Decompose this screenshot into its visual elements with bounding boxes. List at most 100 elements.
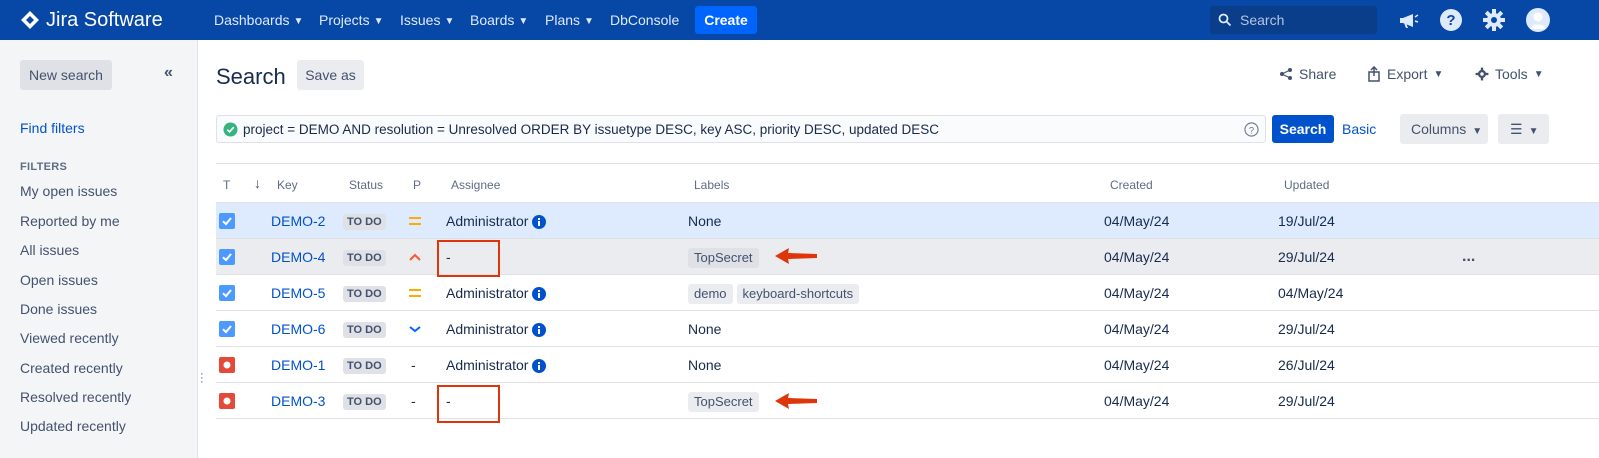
global-search [1210, 6, 1377, 34]
column-key[interactable]: Key [277, 178, 298, 192]
column-type[interactable]: T [223, 178, 230, 192]
chevron-down-icon: ▼ [518, 16, 529, 27]
column-labels[interactable]: Labels [694, 178, 729, 192]
bug-type-icon [219, 393, 235, 409]
create-button[interactable]: Create [695, 6, 757, 34]
priority-low-icon [408, 311, 424, 347]
column-status[interactable]: Status [349, 178, 383, 192]
created-date: 04/May/24 [1104, 249, 1170, 265]
issue-key-link[interactable]: DEMO-2 [271, 203, 325, 239]
top-navigation-bar: Jira Software Dashboards ▼ Projects ▼ Issu… [0, 0, 1599, 40]
issue-key-link[interactable]: DEMO-6 [271, 311, 325, 347]
nav-boards-label: Boards [470, 12, 515, 28]
assignee-name[interactable]: Administrator [446, 357, 528, 373]
filter-reported-by-me[interactable]: Reported by me [20, 213, 120, 229]
sort-arrow-icon[interactable]: ↓ [254, 175, 261, 191]
share-button[interactable]: Share [1279, 66, 1336, 82]
basic-mode-link[interactable]: Basic [1342, 121, 1376, 137]
info-icon[interactable] [532, 350, 547, 386]
filter-my-open-issues[interactable]: My open issues [20, 183, 117, 199]
notifications-megaphone-icon[interactable] [1396, 8, 1420, 32]
table-row[interactable]: DEMO-3 TO DO - - TopSecret 04/May/24 29/Jul/24 [216, 383, 1599, 419]
filter-all-issues[interactable]: All issues [20, 242, 79, 258]
filter-updated-recently[interactable]: Updated recently [20, 418, 126, 434]
priority-none: - [411, 393, 416, 409]
info-icon[interactable] [532, 278, 547, 314]
nav-boards[interactable]: Boards ▼ [470, 0, 528, 40]
nav-plans[interactable]: Plans ▼ [545, 0, 594, 40]
nav-plans-label: Plans [545, 12, 581, 28]
table-row[interactable]: DEMO-4 TO DO - TopSecret 04/May/24 29/Jul/24.… [216, 239, 1599, 275]
nav-projects-label: Projects [319, 12, 370, 28]
filters-sidebar: New search « Find filters FILTERS My ope… [0, 40, 198, 458]
created-date: 04/May/24 [1104, 321, 1170, 337]
column-priority[interactable]: P [413, 178, 421, 192]
chevron-down-icon: ▼ [1433, 68, 1444, 80]
filter-open-issues[interactable]: Open issues [20, 272, 98, 288]
tools-button[interactable]: Tools ▼ [1475, 66, 1544, 82]
column-created[interactable]: Created [1110, 178, 1153, 192]
collapse-sidebar-icon[interactable]: « [164, 64, 173, 82]
syntax-help-icon[interactable]: ? [1244, 122, 1259, 137]
global-search-input[interactable] [1240, 10, 1370, 30]
table-row[interactable]: DEMO-2 TO DO Administrator None 04/May/24 19/… [216, 203, 1599, 239]
settings-gear-icon[interactable] [1482, 8, 1506, 32]
label-chip[interactable]: TopSecret [688, 248, 759, 269]
column-assignee[interactable]: Assignee [451, 178, 500, 192]
nav-projects[interactable]: Projects ▼ [319, 0, 383, 40]
updated-date: 26/Jul/24 [1278, 357, 1335, 373]
export-button[interactable]: Export ▼ [1367, 66, 1443, 82]
search-button[interactable]: Search [1272, 115, 1334, 143]
new-search-button[interactable]: New search [20, 60, 112, 90]
logo-text: Jira Software [46, 8, 163, 31]
table-row[interactable]: DEMO-1 TO DO - Administrator None 04/May/24 26… [216, 347, 1599, 383]
valid-query-check-icon [223, 122, 238, 137]
filter-created-recently[interactable]: Created recently [20, 360, 123, 376]
nav-dashboards[interactable]: Dashboards ▼ [214, 0, 303, 40]
nav-issues-label: Issues [400, 12, 441, 28]
nav-dbconsole[interactable]: DbConsole [610, 0, 679, 40]
help-icon[interactable]: ? [1439, 8, 1463, 32]
issue-key-link[interactable]: DEMO-3 [271, 383, 325, 419]
column-updated[interactable]: Updated [1284, 178, 1329, 192]
issue-key-link[interactable]: DEMO-1 [271, 347, 325, 383]
priority-none: - [411, 357, 416, 373]
assignee-name[interactable]: Administrator [446, 213, 528, 229]
row-actions-more-icon[interactable]: ... [1462, 239, 1475, 275]
filter-resolved-recently[interactable]: Resolved recently [20, 389, 131, 405]
label-chip[interactable]: demo [688, 284, 733, 305]
status-badge: TO DO [343, 286, 386, 303]
assignee-name[interactable]: Administrator [446, 285, 528, 301]
labels-cell: TopSecret [688, 383, 763, 419]
assignee-name[interactable]: Administrator [446, 321, 528, 337]
annotation-arrow-icon [775, 248, 817, 264]
sidebar-resize-handle[interactable]: · · · [200, 369, 204, 388]
columns-button[interactable]: Columns ▼ [1400, 114, 1488, 144]
filter-done-issues[interactable]: Done issues [20, 301, 97, 317]
find-filters-link[interactable]: Find filters [20, 120, 85, 136]
chevron-down-icon: ▼ [373, 16, 384, 27]
table-row[interactable]: DEMO-5 TO DO Administrator demo keyboard-sho… [216, 275, 1599, 311]
updated-date: 29/Jul/24 [1278, 321, 1335, 337]
info-icon[interactable] [532, 206, 547, 242]
table-row[interactable]: DEMO-6 TO DO Administrator None 04/May/24 29/… [216, 311, 1599, 347]
updated-date: 19/Jul/24 [1278, 213, 1335, 229]
jql-query-input[interactable]: project = DEMO AND resolution = Unresolv… [216, 115, 1266, 143]
issue-key-link[interactable]: DEMO-5 [271, 275, 325, 311]
issue-key-link[interactable]: DEMO-4 [271, 239, 325, 275]
status-badge: TO DO [343, 358, 386, 375]
updated-date: 29/Jul/24 [1278, 393, 1335, 409]
nav-dashboards-label: Dashboards [214, 12, 290, 28]
jira-logo[interactable]: Jira Software [20, 8, 163, 32]
nav-issues[interactable]: Issues ▼ [400, 0, 454, 40]
created-date: 04/May/24 [1104, 285, 1170, 301]
filter-viewed-recently[interactable]: Viewed recently [20, 330, 119, 346]
label-chip[interactable]: TopSecret [688, 392, 759, 413]
save-as-button[interactable]: Save as [297, 60, 364, 90]
info-icon[interactable] [532, 314, 547, 350]
user-avatar-icon[interactable] [1526, 8, 1550, 32]
status-cell: TO DO [343, 203, 386, 239]
label-chip[interactable]: keyboard-shortcuts [736, 284, 860, 305]
layout-menu-button[interactable]: ☰ ▼ [1498, 114, 1549, 144]
status-cell: TO DO [343, 347, 386, 383]
